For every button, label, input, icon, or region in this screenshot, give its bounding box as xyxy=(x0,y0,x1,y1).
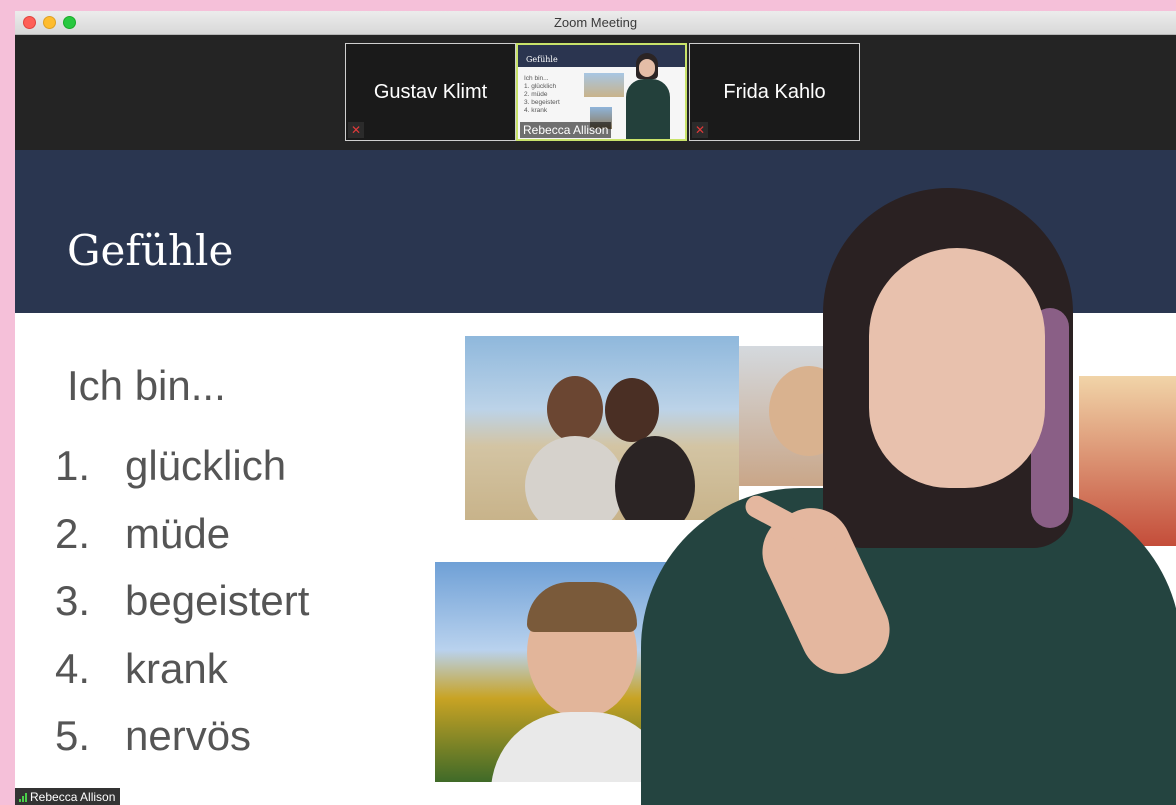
thumbnail-slide-list: Ich bin... 1. glücklich 2. müde 3. begei… xyxy=(524,75,560,115)
slide-intro: Ich bin... xyxy=(67,362,226,409)
shared-screen-slide: Gefühle Ich bin... 1. glücklich 2. müde 3.… xyxy=(15,150,1176,805)
list-item: 1. glücklich xyxy=(55,432,309,500)
list-word: müde xyxy=(125,509,231,557)
mic-muted-icon: ✕ xyxy=(692,122,708,138)
list-word: begeistert xyxy=(125,577,310,624)
list-word: glücklich xyxy=(125,442,287,489)
participant-strip: Gustav Klimt ✕ Gefühle Ich bin... 1. glü… xyxy=(15,35,1176,150)
thumbnail-item: 1. glücklich xyxy=(524,83,557,90)
list-number: 2. xyxy=(55,509,91,557)
participant-tile-frida-kahlo[interactable]: Frida Kahlo ✕ xyxy=(689,43,860,141)
list-word: krank xyxy=(125,644,228,692)
list-number: 3. xyxy=(55,577,91,624)
list-word: nervös xyxy=(125,712,252,759)
list-item: 4. krank xyxy=(55,635,309,703)
mic-muted-icon: ✕ xyxy=(348,122,364,138)
list-number: 4. xyxy=(55,644,91,692)
thumbnail-photo xyxy=(584,73,624,97)
emotion-list: 1. glücklich 2. müde 3. begeistert 4. krank … xyxy=(55,432,309,770)
participant-tile-gustav-klimt[interactable]: Gustav Klimt ✕ xyxy=(345,43,516,141)
participant-name: Gustav Klimt xyxy=(373,81,488,103)
window-title: Zoom Meeting xyxy=(553,15,638,30)
participant-tile-rebecca-allison[interactable]: Gefühle Ich bin... 1. glücklich 2. müde … xyxy=(516,43,687,141)
video-name-label: Rebecca Allison xyxy=(15,788,121,805)
list-item: 3. begeistert xyxy=(55,567,309,635)
slide-title: Gefühle xyxy=(67,226,234,275)
thumbnail-presenter-video xyxy=(622,53,670,139)
thumbnail-item: 3. begeistert xyxy=(524,99,560,106)
zoom-window: Zoom Meeting Gustav Klimt ✕ Gefühle Ich … xyxy=(15,11,1176,805)
participant-name: Rebecca Allison xyxy=(520,122,612,138)
title-bar[interactable]: Zoom Meeting xyxy=(15,11,1176,35)
signal-strength-icon xyxy=(19,792,27,802)
thumbnail-intro: Ich bin... xyxy=(524,75,549,82)
thumbnail-item: 2. müde xyxy=(524,91,548,98)
thumbnail-item: 4. krank xyxy=(524,107,548,114)
list-number: 1. xyxy=(55,442,91,489)
participant-name: Frida Kahlo xyxy=(723,81,826,103)
list-item: 5. nervös xyxy=(55,702,309,770)
list-number: 5. xyxy=(55,712,91,759)
list-item: 2. müde xyxy=(55,500,309,568)
presenter-video xyxy=(611,188,1176,805)
video-name: Rebecca Allison xyxy=(30,790,116,804)
